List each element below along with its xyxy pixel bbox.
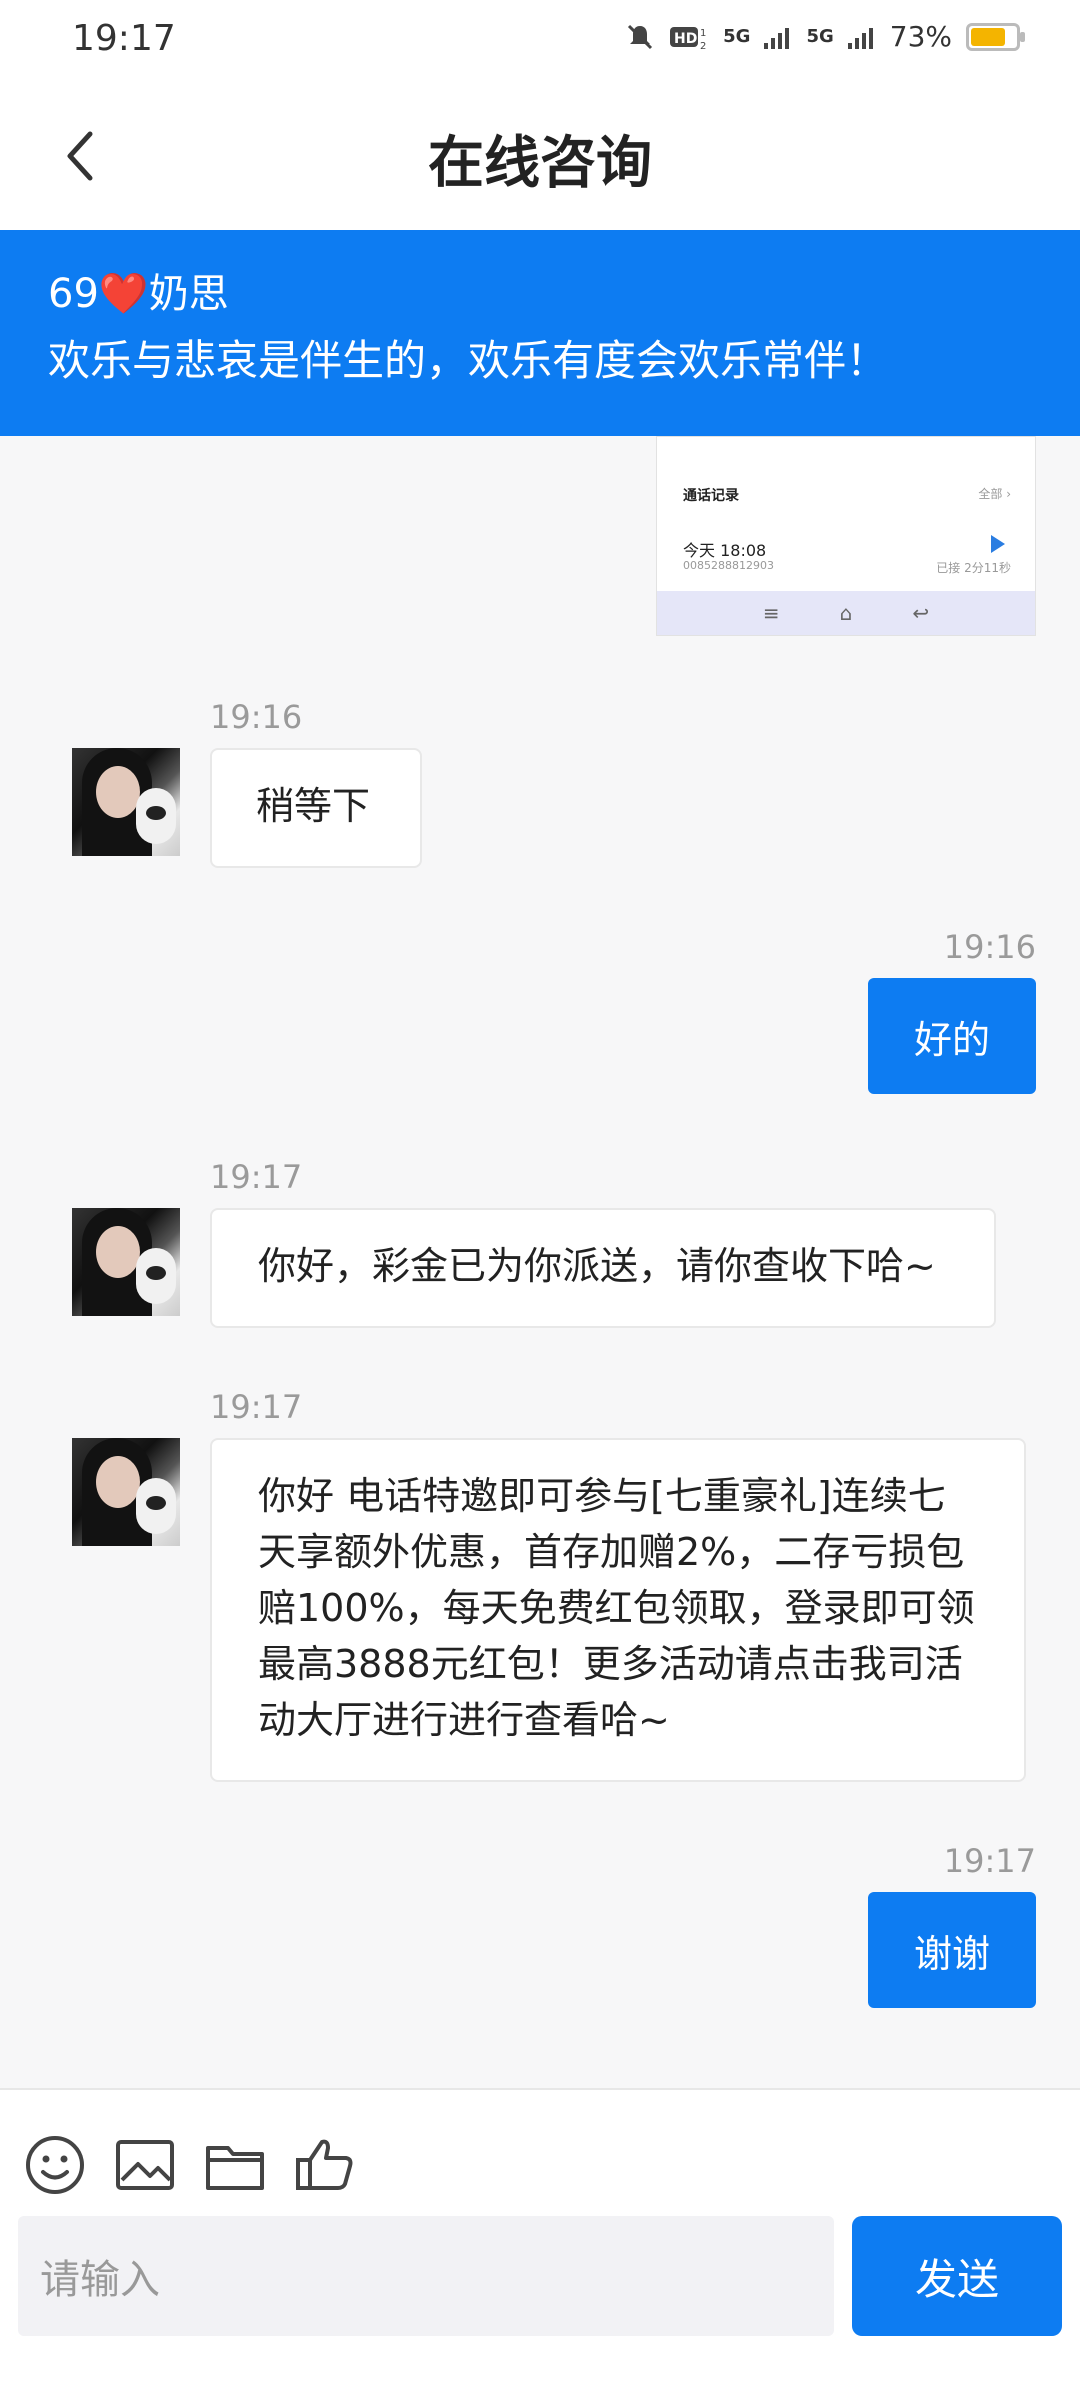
avatar[interactable] — [72, 748, 180, 856]
status-bar: 19:17 HD 1 2 5G 5G 73% — [0, 0, 1080, 84]
like-button[interactable] — [290, 2130, 360, 2200]
avatar[interactable] — [72, 1208, 180, 1316]
svg-text:1: 1 — [700, 28, 706, 39]
signal-1-icon — [764, 27, 790, 49]
status-icons: HD 1 2 5G 5G 73% — [625, 20, 1025, 53]
image-nav-bar: ≡ ⌂ ↩ — [657, 591, 1035, 635]
incoming-message-bubble[interactable]: 稍等下 — [210, 748, 422, 868]
message-input-placeholder: 请输入 — [40, 2257, 160, 2303]
battery-fill — [971, 27, 1005, 46]
header: 在线咨询 — [0, 84, 1080, 230]
page-title: 在线咨询 — [428, 131, 652, 196]
incoming-message-bubble[interactable]: 你好，彩金已为你派送，请你查收下哈~ — [210, 1208, 996, 1328]
image-icon — [116, 2140, 174, 2190]
battery-percent: 73% — [889, 20, 952, 53]
signal-2-icon — [847, 27, 873, 49]
play-icon — [991, 535, 1005, 553]
image-all-label: 全部 › — [978, 487, 1011, 501]
status-time: 19:17 — [72, 18, 176, 59]
image-call-log-title: 通话记录 — [683, 488, 739, 504]
thumbs-up-icon — [296, 2139, 353, 2190]
emoji-button[interactable] — [20, 2130, 90, 2200]
chat-message-list[interactable]: 通话记录 全部 › 今天 18:08 0085288812903 已接 2分11… — [0, 436, 1080, 2088]
agent-motto: 欢乐与悲哀是伴生的，欢乐有度会欢乐常伴！ — [48, 336, 889, 385]
image-call-number: 0085288812903 — [683, 559, 774, 572]
message-time: 19:16 — [210, 698, 303, 736]
composer: 请输入 发送 — [0, 2088, 1080, 2408]
message-time: 19:16 — [943, 928, 1036, 966]
menu-icon: ≡ — [762, 601, 780, 625]
avatar[interactable] — [72, 1438, 180, 1546]
image-message[interactable]: 通话记录 全部 › 今天 18:08 0085288812903 已接 2分11… — [656, 436, 1036, 636]
message-time: 19:17 — [210, 1388, 303, 1426]
battery-icon — [966, 22, 1025, 51]
image-call-date: 今天 18:08 — [683, 541, 767, 560]
folder-icon — [206, 2146, 264, 2190]
send-button[interactable]: 发送 — [852, 2216, 1062, 2336]
svg-text:HD: HD — [674, 31, 697, 47]
home-icon: ⌂ — [839, 601, 853, 625]
network-1-label: 5G — [723, 26, 751, 47]
smiley-icon — [26, 2136, 84, 2194]
agent-name: 69❤️奶思 — [48, 271, 229, 317]
message-input[interactable]: 请输入 — [18, 2216, 834, 2336]
agent-banner: 69❤️奶思 欢乐与悲哀是伴生的，欢乐有度会欢乐常伴！ — [0, 230, 1080, 436]
outgoing-message-bubble[interactable]: 谢谢 — [868, 1892, 1036, 2008]
network-2-label: 5G — [806, 26, 834, 47]
outgoing-message-bubble[interactable]: 好的 — [868, 978, 1036, 1094]
mute-bell-icon — [628, 24, 653, 49]
message-time: 19:17 — [210, 1158, 303, 1196]
message-time: 19:17 — [943, 1842, 1036, 1880]
image-button[interactable] — [110, 2130, 180, 2200]
incoming-message-bubble[interactable]: 你好 电话特邀即可参与[七重豪礼]连续七天享额外优惠，首存加赠2%，二存亏损包赔… — [210, 1438, 1026, 1782]
image-call-duration: 已接 2分11秒 — [936, 561, 1011, 575]
svg-text:2: 2 — [700, 41, 706, 52]
hd-icon: HD 1 2 — [670, 26, 707, 52]
back-arrow-icon: ↩ — [912, 601, 930, 625]
file-button[interactable] — [200, 2130, 270, 2200]
